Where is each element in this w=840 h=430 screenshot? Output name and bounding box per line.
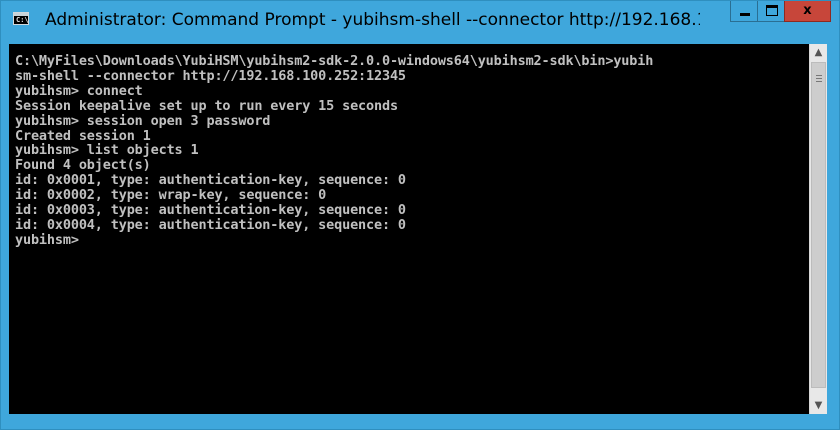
minimize-button[interactable]: [730, 1, 758, 22]
console-line: Found 4 object(s): [15, 157, 151, 174]
command-prompt-icon[interactable]: C:\: [13, 12, 29, 25]
maximize-button[interactable]: [757, 1, 785, 22]
close-button[interactable]: x: [784, 1, 831, 22]
maximize-icon: [766, 5, 778, 16]
console-line: sm-shell --connector http://192.168.100.…: [15, 67, 406, 84]
console-line: yubihsm> list objects 1: [15, 142, 199, 159]
caption-buttons: x: [730, 1, 831, 23]
console-line: id: 0x0001, type: authentication-key, se…: [15, 172, 406, 189]
console-line: Session keepalive set up to run every 15…: [15, 97, 398, 114]
console-line: yubihsm> session open 3 password: [15, 112, 271, 129]
console-line: Created session 1: [15, 127, 151, 144]
scrollbar-thumb[interactable]: [811, 62, 826, 388]
console-text[interactable]: C:\MyFiles\Downloads\YubiHSM\yubihsm2-sd…: [9, 44, 809, 248]
console-line: id: 0x0002, type: wrap-key, sequence: 0: [15, 187, 327, 204]
vertical-scrollbar[interactable]: ▲ ▼: [809, 44, 827, 414]
minimize-icon: [740, 13, 750, 16]
title-bar[interactable]: C:\ Administrator: Command Prompt - yubi…: [1, 1, 839, 39]
thumb-grip-icon: [816, 75, 822, 76]
window-title: Administrator: Command Prompt - yubihsm-…: [45, 10, 700, 30]
console-line: id: 0x0004, type: authentication-key, se…: [15, 216, 406, 233]
console-line: yubihsm>: [15, 231, 79, 248]
close-icon: x: [803, 3, 812, 18]
app-icon-text: C:\: [16, 16, 29, 24]
scroll-up-arrow-icon[interactable]: ▲: [810, 44, 827, 61]
console-line: id: 0x0003, type: authentication-key, se…: [15, 202, 406, 219]
scroll-down-arrow-icon[interactable]: ▼: [810, 397, 827, 414]
console-line: yubihsm> connect: [15, 82, 143, 99]
command-prompt-window[interactable]: C:\ Administrator: Command Prompt - yubi…: [0, 0, 840, 430]
console-output[interactable]: C:\MyFiles\Downloads\YubiHSM\yubihsm2-sd…: [9, 44, 809, 414]
console-line: C:\MyFiles\Downloads\YubiHSM\yubihsm2-sd…: [15, 53, 654, 69]
